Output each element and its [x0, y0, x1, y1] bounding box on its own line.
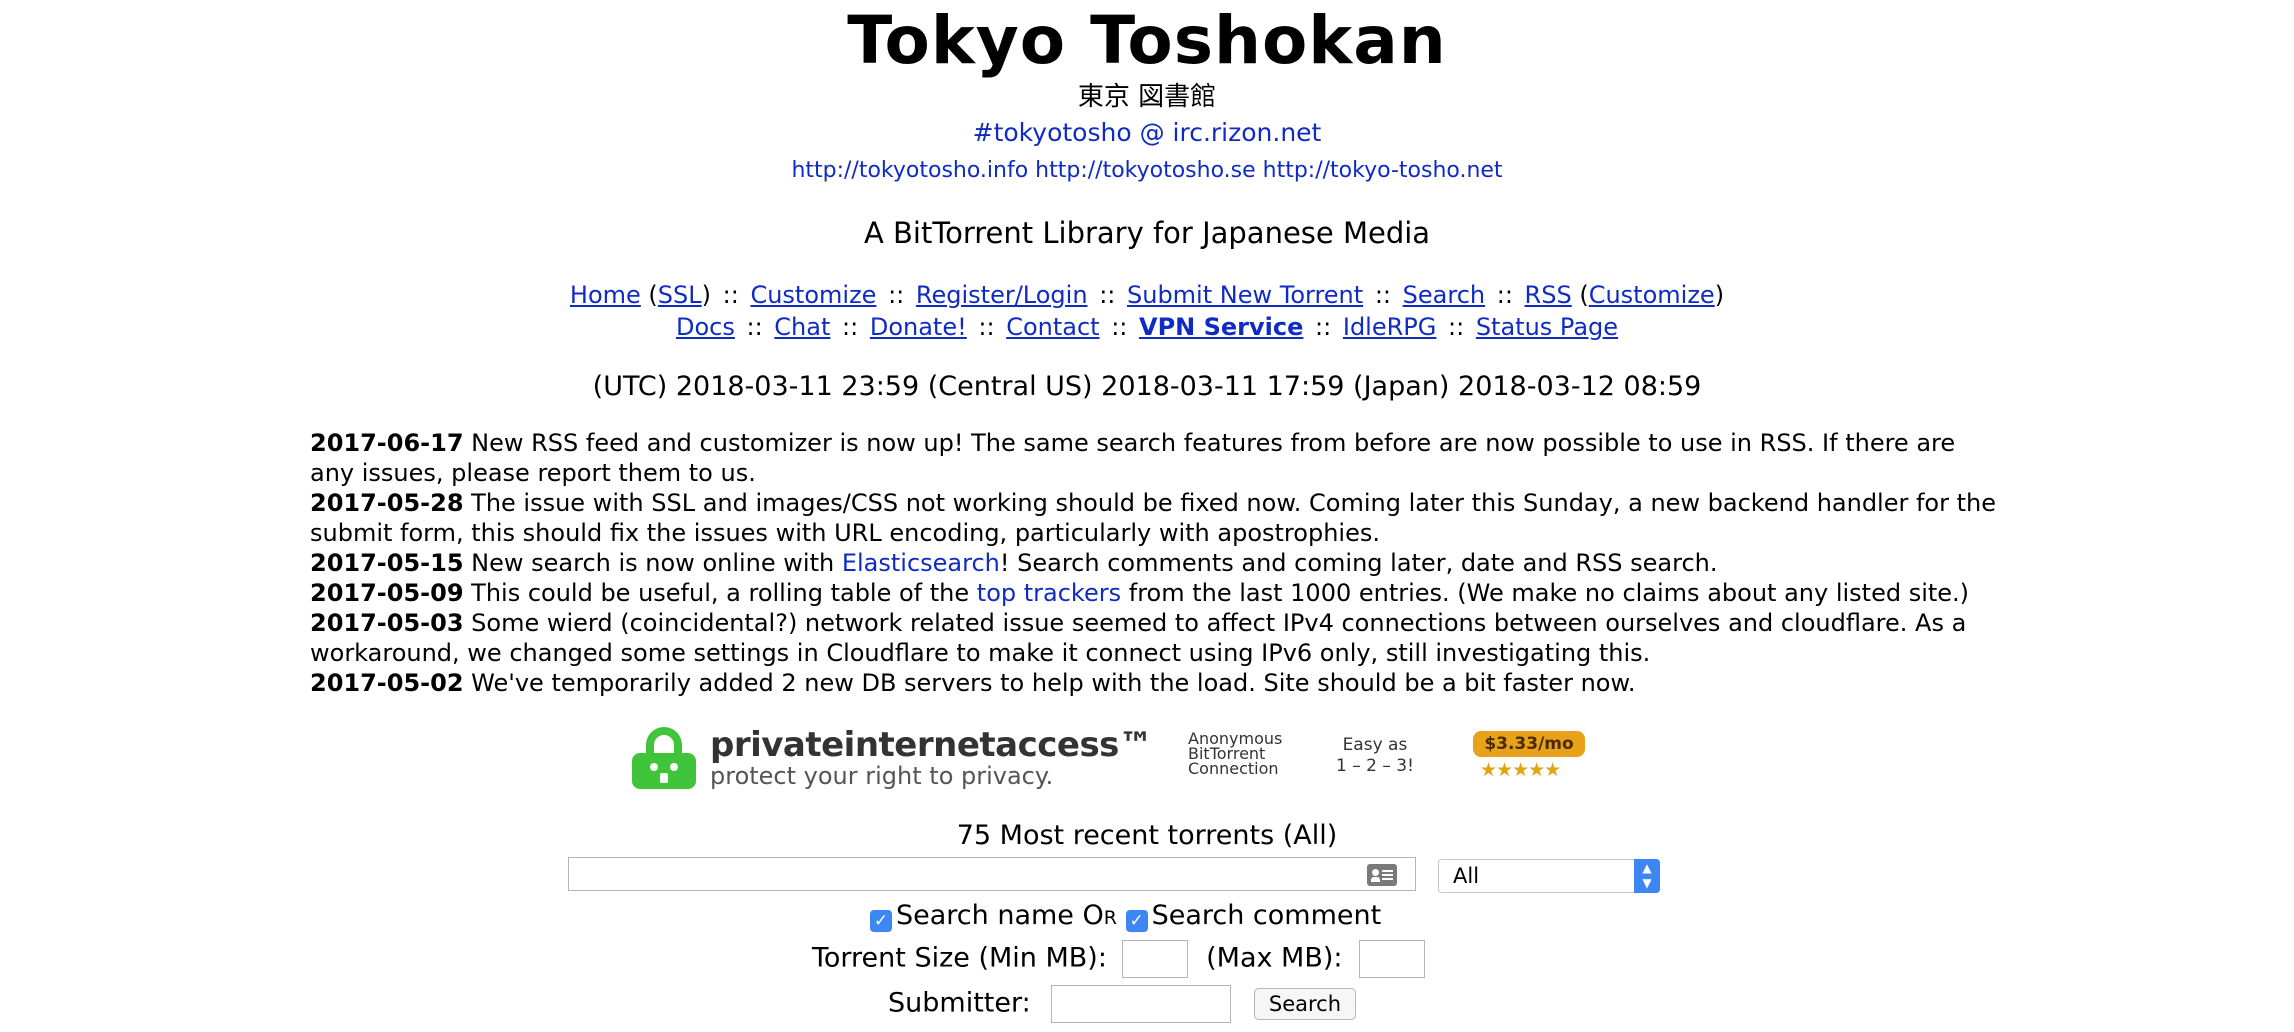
nav-row-1: Home (SSL) :: Customize :: Register/Logi…: [569, 281, 1725, 309]
nav-separator: ::: [1315, 313, 1332, 341]
size-max-label: (Max MB):: [1206, 942, 1343, 974]
category-select[interactable]: All ▲ ▼: [1438, 859, 1660, 893]
search-button[interactable]: Search: [1253, 988, 1357, 1020]
news-item: 2017-06-17 New RSS feed and customizer i…: [310, 428, 2000, 488]
news-item: 2017-05-15 New search is now online with…: [310, 548, 2000, 578]
submitter-row: Submitter: Search: [888, 985, 1357, 1023]
size-filter-row: Torrent Size (Min MB): (Max MB):: [812, 940, 1426, 978]
nav-ssl-link[interactable]: SSL: [658, 281, 702, 309]
nav-rss-customize-link[interactable]: Customize: [1589, 281, 1715, 309]
news-item: 2017-05-28 The issue with SSL and images…: [310, 488, 2000, 548]
nav-idlerpg-link[interactable]: IdleRPG: [1343, 313, 1437, 341]
nav-rss-link[interactable]: RSS: [1525, 281, 1572, 309]
nav-separator: ::: [1448, 313, 1465, 341]
recent-torrents-heading: 75 Most recent torrents (All): [956, 820, 1338, 851]
nav-home-link[interactable]: Home: [570, 281, 641, 309]
nav-separator: ::: [1099, 281, 1116, 309]
news-date: 2017-05-03: [310, 609, 464, 637]
nav-donate-link[interactable]: Donate!: [870, 313, 967, 341]
pia-brand: privateinternetaccess™: [710, 725, 1153, 765]
submitter-label: Submitter:: [888, 987, 1031, 1019]
easy-line: Easy as: [1342, 735, 1408, 755]
news-date: 2017-05-02: [310, 669, 464, 697]
or-label: Or: [1082, 900, 1117, 931]
nav-separator: ::: [888, 281, 905, 309]
news-text: from the last 1000 entries. (We make no …: [1121, 579, 1970, 607]
nav-vpn-link[interactable]: VPN Service: [1139, 313, 1303, 341]
japanese-title: 東京 図書館: [1077, 82, 1217, 112]
news-text: Some wierd (coincidental?) network relat…: [310, 609, 1967, 667]
pia-ad-banner[interactable]: privateinternetaccess™ protect your righ…: [628, 723, 1598, 793]
site-title: Tokyo Toshokan: [847, 2, 1447, 79]
nav-submit-link[interactable]: Submit New Torrent: [1127, 281, 1363, 309]
lock-icon: [632, 727, 696, 789]
nav-docs-link[interactable]: Docs: [676, 313, 735, 341]
news-date: 2017-05-09: [310, 579, 464, 607]
irc-channel: #tokyotosho @ irc.rizon.net: [972, 118, 1322, 147]
news-item: 2017-05-09 This could be useful, a rolli…: [310, 578, 2000, 608]
easy-label: Easy as 1 – 2 – 3!: [1336, 735, 1414, 777]
rating-stars: ★★★★★: [1480, 759, 1561, 781]
nav-chat-link[interactable]: Chat: [774, 313, 830, 341]
nav-separator: ::: [722, 281, 739, 309]
easy-line: 1 – 2 – 3!: [1336, 756, 1414, 776]
news-date: 2017-06-17: [310, 429, 464, 457]
category-selected-value: All: [1453, 864, 1480, 888]
pia-slogan: protect your right to privacy.: [710, 762, 1054, 790]
pia-text: privateinternetaccess™ protect your righ…: [710, 725, 1153, 790]
size-min-input[interactable]: [1121, 940, 1188, 978]
anonymous-label: Anonymous BitTorrent Connection: [1188, 731, 1282, 778]
mirror-links[interactable]: http://tokyotosho.info http://tokyotosho…: [0, 158, 2294, 183]
search-name-label: Search name: [896, 900, 1074, 931]
nav-register-link[interactable]: Register/Login: [916, 281, 1088, 309]
nav-search-link[interactable]: Search: [1403, 281, 1485, 309]
nav-separator: ::: [978, 313, 995, 341]
nav-status-link[interactable]: Status Page: [1476, 313, 1618, 341]
server-time: (UTC) 2018-03-11 23:59 (Central US) 2018…: [592, 371, 1702, 402]
site-tagline: A BitTorrent Library for Japanese Media: [863, 216, 1431, 250]
elasticsearch-link[interactable]: Elasticsearch: [842, 549, 1000, 577]
nav-row-2: Docs :: Chat :: Donate! :: Contact :: VP…: [0, 313, 2294, 341]
nav-separator: ::: [1111, 313, 1128, 341]
search-name-checkbox[interactable]: ✓: [870, 910, 892, 932]
size-max-input[interactable]: [1359, 940, 1426, 978]
search-input[interactable]: [568, 857, 1416, 891]
nav-separator: ::: [1374, 281, 1391, 309]
price-badge: $3.33/mo: [1473, 731, 1585, 757]
news-text: This could be useful, a rolling table of…: [471, 579, 977, 607]
select-arrows-icon[interactable]: ▲ ▼: [1634, 859, 1660, 893]
news-text: The issue with SSL and images/CSS not wo…: [310, 489, 1996, 547]
news-item: 2017-05-02 We've temporarily added 2 new…: [310, 668, 2000, 698]
top-trackers-link[interactable]: top trackers: [977, 579, 1121, 607]
search-options: ✓ Search name Or ✓ Search comment: [870, 900, 1381, 932]
news-item: 2017-05-03 Some wierd (coincidental?) ne…: [310, 608, 2000, 668]
news-text: New search is now online with: [471, 549, 842, 577]
nav-separator: ::: [842, 313, 859, 341]
nav-contact-link[interactable]: Contact: [1006, 313, 1099, 341]
news-text: New RSS feed and customizer is now up! T…: [310, 429, 1956, 487]
news-date: 2017-05-28: [310, 489, 464, 517]
news-text: ! Search comments and coming later, date…: [999, 549, 1718, 577]
news-text: We've temporarily added 2 new DB servers…: [471, 669, 1636, 697]
news-list: 2017-06-17 New RSS feed and customizer i…: [310, 428, 2000, 698]
submitter-input[interactable]: [1051, 985, 1232, 1023]
search-comment-checkbox[interactable]: ✓: [1125, 910, 1148, 932]
news-date: 2017-05-15: [310, 549, 464, 577]
nav-separator: ::: [1496, 281, 1513, 309]
nav-separator: ::: [746, 313, 763, 341]
contact-card-icon[interactable]: [1367, 864, 1397, 886]
nav-customize-link[interactable]: Customize: [750, 281, 876, 309]
size-min-label: Torrent Size (Min MB):: [812, 942, 1107, 974]
anon-line: Connection: [1188, 759, 1279, 778]
search-comment-label: Search comment: [1151, 900, 1382, 931]
